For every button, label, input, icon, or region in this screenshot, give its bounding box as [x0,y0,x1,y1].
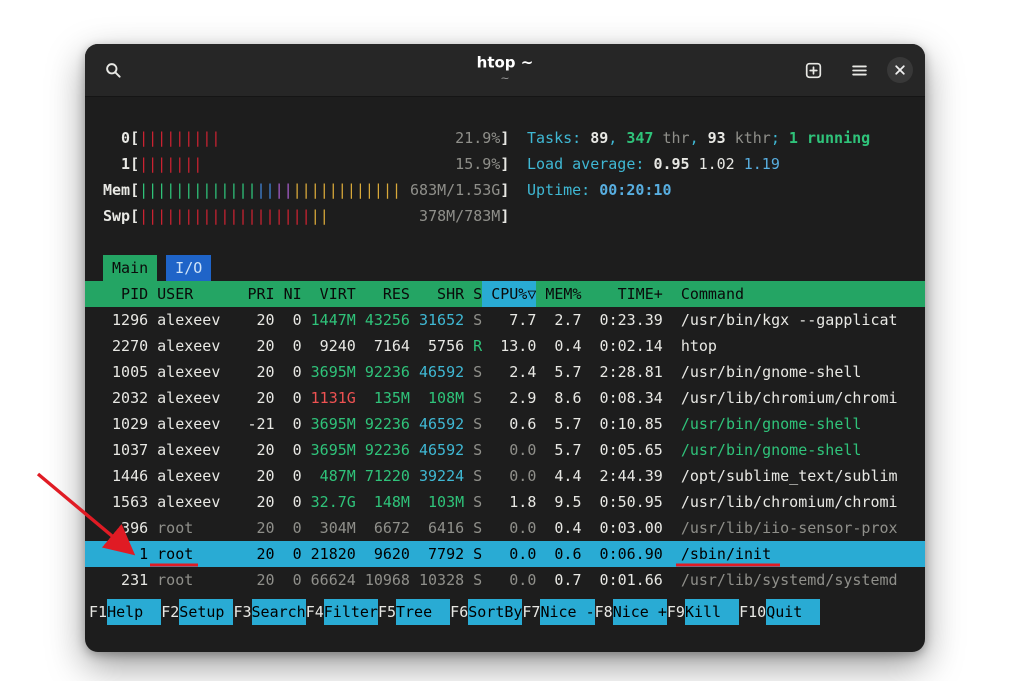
swp-bars: ||||||||||||||||||||| [139,203,329,229]
search-button[interactable] [95,52,131,88]
fkey-kill[interactable]: F9Kill [667,599,739,625]
menu-icon [851,62,868,79]
process-row[interactable]: 1563alexeev20032.7G148M103MS1.89.50:50.9… [85,489,925,515]
window-subtitle: ~ [477,73,534,86]
close-icon [894,64,906,76]
process-row[interactable]: 231root200666241096810328S0.00.70:01.66/… [85,567,925,593]
new-tab-button[interactable] [795,52,831,88]
console-window: htop ~ ~ [85,44,925,652]
fkey-nice-[interactable]: F8Nice + [595,599,667,625]
column-header-ni[interactable]: NI [275,281,302,307]
cpu0-label: 0 [103,125,130,151]
mem-bars: ||||||||||||||||||||||||||||| [139,177,401,203]
tab-io[interactable]: I/O [166,255,211,281]
process-row[interactable]: 1037alexeev2003695M9223646592S0.05.70:05… [85,437,925,463]
fkey-tree[interactable]: F5Tree [378,599,450,625]
column-header-user[interactable]: USER [148,281,238,307]
new-tab-icon [805,62,822,79]
process-row[interactable]: 1296alexeev2001447M4325631652S7.72.70:23… [85,307,925,333]
fkey-search[interactable]: F3Search [233,599,305,625]
swp-value: 378M/783M [419,203,500,229]
column-header-pid[interactable]: PID [103,281,148,307]
mem-label: Mem [103,177,130,203]
screenshot-page: htop ~ ~ [0,0,1009,681]
process-row[interactable]: 2032alexeev2001131G135M108MS2.98.60:08.3… [85,385,925,411]
fkey-filter[interactable]: F4Filter [306,599,378,625]
column-header-cpu-sort[interactable]: CPU%▽ [482,281,536,307]
fkey-nice-[interactable]: F7Nice - [522,599,594,625]
mem-value: 683M/1.53G [410,177,500,203]
system-info: Tasks: 89, 347 thr, 93 kthr; 1 runningLo… [527,125,870,229]
fkey-help[interactable]: F1Help [89,599,161,625]
swp-label: Swp [103,203,130,229]
tasks-summary: Tasks: 89, 347 thr, 93 kthr; 1 running [527,125,870,151]
process-row[interactable]: 1005alexeev2003695M9223646592S2.45.72:28… [85,359,925,385]
menu-button[interactable] [841,52,877,88]
column-header-time[interactable]: TIME+ [582,281,663,307]
column-header-pri[interactable]: PRI [238,281,274,307]
cpu1-bars: ||||||| [139,151,202,177]
process-row[interactable]: 1446alexeev200487M7122039224S0.04.42:44.… [85,463,925,489]
titlebar-controls [795,52,913,88]
column-header-res[interactable]: RES [356,281,410,307]
column-header-shr[interactable]: SHR [410,281,464,307]
fkey-setup[interactable]: F2Setup [161,599,233,625]
search-icon [105,62,122,79]
mem-meter: Mem[|||||||||||||||||||||||||||||683M/1.… [103,177,513,203]
uptime: Uptime: 00:20:10 [527,177,870,203]
cpu0-value: 21.9% [455,125,500,151]
process-row[interactable]: 396root200304M66726416S0.00.40:03.00/usr… [85,515,925,541]
process-row[interactable]: 1029alexeev-2103695M9223646592S0.65.70:1… [85,411,925,437]
titlebar: htop ~ ~ [85,44,925,97]
column-header-state[interactable]: S [464,281,482,307]
process-row[interactable]: 2270alexeev200924071645756R13.00.40:02.1… [85,333,925,359]
terminal-content: 0[|||||||||21.9%]1[|||||||15.9%]Mem[||||… [85,97,925,652]
fkey-sortby[interactable]: F6SortBy [450,599,522,625]
system-meters: 0[|||||||||21.9%]1[|||||||15.9%]Mem[||||… [85,125,925,229]
column-header-command[interactable]: Command [663,281,907,307]
load-average: Load average: 0.95 1.02 1.19 [527,151,870,177]
process-row-selected[interactable]: 1root2002182096207792S0.00.60:06.90/sbin… [85,541,925,567]
column-header-mem[interactable]: MEM% [536,281,581,307]
process-list: 1296alexeev2001447M4325631652S7.72.70:23… [85,307,925,593]
screen-tabs: Main I/O [85,255,925,281]
cpu0-meter: 0[|||||||||21.9%] [103,125,513,151]
window-title: htop ~ ~ [477,55,534,86]
swp-meter: Swp[|||||||||||||||||||||378M/783M] [103,203,513,229]
cpu0-bars: ||||||||| [139,125,220,151]
meters-left: 0[|||||||||21.9%]1[|||||||15.9%]Mem[||||… [103,125,513,229]
window-title-text: htop ~ [477,55,534,72]
column-header-virt[interactable]: VIRT [302,281,356,307]
cpu1-value: 15.9% [455,151,500,177]
fkey-quit[interactable]: F10Quit [739,599,820,625]
cpu1-meter: 1[|||||||15.9%] [103,151,513,177]
cpu1-label: 1 [103,151,130,177]
table-header: PID USER PRI NI VIRT RES SHR S CPU%▽ MEM… [85,281,925,307]
tab-main[interactable]: Main [103,255,157,281]
function-key-bar: F1HelpF2SetupF3SearchF4FilterF5TreeF6Sor… [85,599,925,625]
close-button[interactable] [887,57,913,83]
